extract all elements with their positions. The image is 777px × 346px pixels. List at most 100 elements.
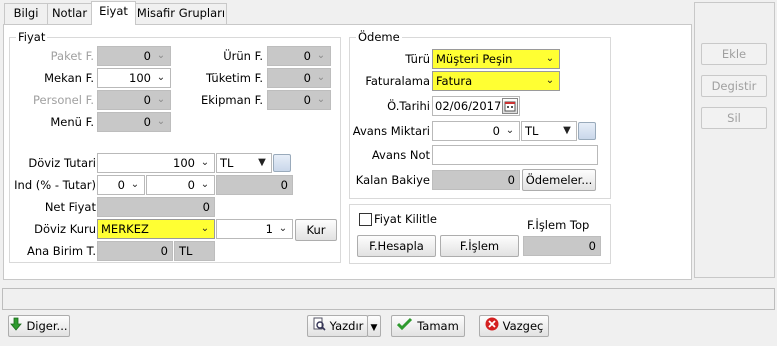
turu-label: Türü	[405, 52, 430, 66]
dropdown-arrow-icon: ▼	[563, 125, 571, 136]
personel-combo: 0 ⌄	[97, 90, 171, 110]
calculator-icon[interactable]	[578, 122, 596, 140]
doviz-kuru-combo[interactable]: MERKEZ ⌄	[97, 219, 215, 239]
tuketim-label: Tüketim F.	[205, 71, 263, 85]
chevron-down-icon: ⌄	[316, 50, 326, 61]
net-fiyat-label: Net Fiyat	[44, 200, 96, 214]
ekipman-label: Ekipman F.	[200, 93, 263, 107]
doviz-kuru-label: Döviz Kuru	[34, 222, 96, 236]
chevron-down-icon: ⌄	[156, 116, 166, 127]
avans-not-label: Avans Not	[371, 148, 430, 162]
urun-combo: 0 ⌄	[267, 46, 331, 66]
mekan-value: 100	[129, 71, 151, 85]
ind-pct-value: 0	[117, 178, 125, 192]
vazgec-button[interactable]: Vazgeç	[479, 315, 549, 337]
tab-misafir-gruplari[interactable]: Misafir Grupları	[135, 3, 227, 24]
tab-fiyat-label: Eiyat	[99, 4, 128, 18]
chevron-down-icon: ⌄	[200, 157, 210, 168]
doviz-tutari-currency-combo[interactable]: TL ▼	[216, 153, 272, 173]
doviz-tutari-value: 100	[173, 156, 195, 170]
mekan-label: Mekan F.	[44, 71, 94, 85]
avans-currency-combo[interactable]: TL ▼	[521, 121, 577, 141]
mekan-combo[interactable]: 100 ⌄	[97, 68, 171, 88]
sil-button[interactable]: Sil	[701, 107, 767, 129]
menu-value: 0	[143, 115, 151, 129]
chevron-down-icon: ⌄	[156, 50, 166, 61]
arrow-down-icon	[10, 317, 23, 337]
urun-value: 0	[303, 49, 311, 63]
o-tarihi-label: Ö.Tarihi	[387, 99, 430, 113]
side-panel: Ekle Degistir Sil	[694, 2, 775, 278]
tuketim-combo: 0 ⌄	[267, 68, 331, 88]
ind-result-field: 0	[216, 175, 293, 195]
diger-button[interactable]: Diger...	[8, 315, 70, 337]
kur-button[interactable]: Kur	[295, 219, 337, 241]
chevron-down-icon: ⌄	[130, 179, 140, 190]
menu-combo: 0 ⌄	[97, 112, 171, 132]
paket-value: 0	[143, 49, 151, 63]
tamam-button[interactable]: Tamam	[391, 315, 465, 337]
fiyat-group-title: Fiyat	[16, 30, 48, 44]
vazgec-label: Vazgeç	[502, 319, 544, 333]
yazdir-label: Yazdır	[329, 319, 364, 333]
chevron-down-icon: ⌄	[316, 72, 326, 83]
doviz-tutari-currency: TL	[220, 156, 234, 170]
ekipman-value: 0	[303, 93, 311, 107]
tab-notlar[interactable]: Notlar	[47, 3, 92, 24]
ekle-button[interactable]: Ekle	[701, 43, 767, 65]
dropdown-arrow-icon: ▼	[258, 157, 266, 168]
yazdir-dropdown-button[interactable]: ▼	[367, 315, 381, 337]
doviz-tutari-label: Döviz Tutari	[28, 156, 96, 170]
chevron-down-icon: ⌄	[545, 75, 555, 86]
tab-bilgi-label: Bilgi	[13, 6, 39, 20]
chevron-down-icon: ⌄	[316, 94, 326, 105]
cancel-icon	[485, 317, 499, 337]
doviz-tutari-combo[interactable]: 100 ⌄	[97, 153, 215, 173]
status-bar	[2, 288, 775, 310]
odemeler-button[interactable]: Ödemeler...	[522, 169, 596, 191]
doviz-kuru-rate-combo[interactable]: 1 ⌄	[216, 219, 293, 239]
fislem-top-field: 0	[523, 236, 601, 256]
degistir-button[interactable]: Degistir	[701, 75, 767, 97]
paket-label: Paket F.	[50, 49, 94, 63]
chevron-down-icon: ⌄	[200, 223, 210, 234]
turu-combo[interactable]: Müşteri Peşin ⌄	[432, 49, 560, 69]
dropdown-arrow-icon: ▼	[370, 323, 378, 333]
ana-birim-currency: TL	[174, 241, 215, 261]
fiyat-kilitle-checkbox[interactable]	[359, 213, 372, 226]
doviz-kuru-value: MERKEZ	[101, 222, 149, 236]
avans-miktari-combo[interactable]: 0 ⌄	[432, 121, 520, 141]
faturalama-combo[interactable]: Fatura ⌄	[432, 71, 560, 91]
tab-misafir-gruplari-label: Misafir Grupları	[136, 6, 226, 20]
ana-birim-field: 0	[97, 241, 173, 261]
tab-bilgi[interactable]: Bilgi	[4, 3, 48, 24]
avans-miktari-value: 0	[492, 124, 500, 138]
turu-value: Müşteri Peşin	[436, 52, 513, 66]
yazdir-button[interactable]: Yazdır	[307, 315, 368, 337]
chevron-down-icon: ⌄	[505, 125, 515, 136]
doviz-kuru-rate: 1	[265, 222, 273, 236]
faturalama-label: Faturalama	[365, 74, 430, 88]
fhesapla-button[interactable]: F.Hesapla	[357, 235, 436, 257]
ekipman-combo: 0 ⌄	[267, 90, 331, 110]
ind-amount-combo[interactable]: 0 ⌄	[146, 175, 215, 195]
avans-not-input[interactable]	[432, 145, 598, 165]
odeme-group-title: Ödeme	[356, 30, 402, 44]
avans-miktari-label: Avans Miktari	[352, 124, 430, 138]
ind-pct-combo[interactable]: 0 ⌄	[97, 175, 145, 195]
calendar-icon[interactable]	[502, 98, 518, 114]
tamam-label: Tamam	[417, 319, 459, 333]
chevron-down-icon: ⌄	[200, 179, 210, 190]
urun-label: Ürün F.	[223, 49, 263, 63]
checkmark-icon	[397, 317, 413, 337]
personel-value: 0	[143, 93, 151, 107]
fislem-button[interactable]: F.İşlem	[440, 235, 519, 257]
tab-fiyat[interactable]: Eiyat	[91, 1, 136, 25]
chevron-down-icon: ⌄	[545, 53, 555, 64]
o-tarihi-field[interactable]: 02/06/2017	[432, 96, 520, 116]
fiyat-kilitle-label: Fiyat Kilitle	[374, 212, 437, 226]
o-tarihi-value: 02/06/2017	[435, 99, 502, 113]
calculator-icon[interactable]	[273, 154, 291, 172]
chevron-down-icon: ⌄	[156, 94, 166, 105]
tab-panel: Fiyat Paket F. 0 ⌄ Mekan F. 100 ⌄ Person…	[3, 24, 692, 280]
